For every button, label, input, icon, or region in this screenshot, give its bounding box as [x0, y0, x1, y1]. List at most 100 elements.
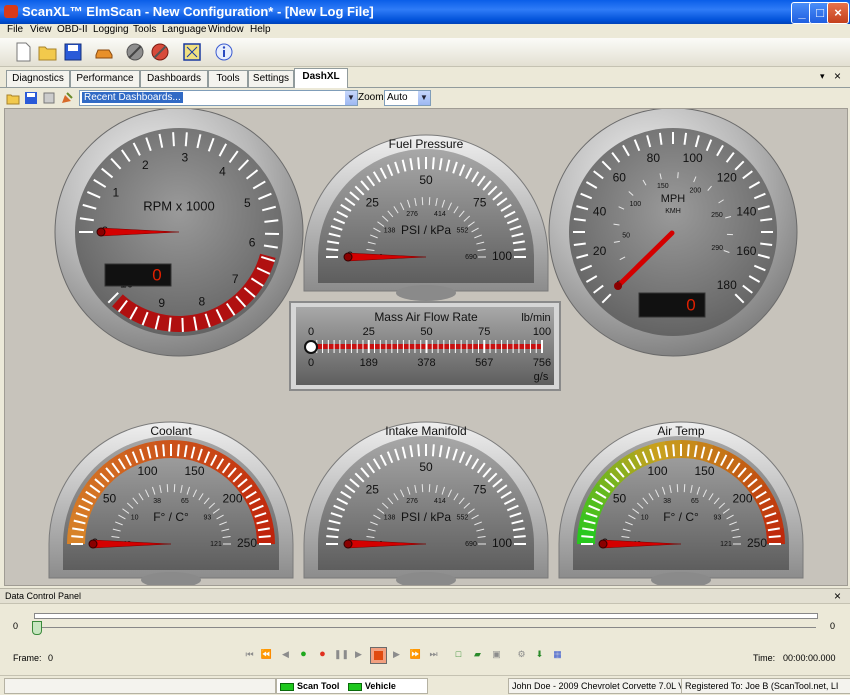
connect-icon[interactable] — [150, 42, 170, 62]
intake-inner-label: 414 — [434, 498, 446, 505]
filter-icon[interactable]: ⚙ — [515, 648, 528, 661]
save-log-icon[interactable]: ▣ — [490, 648, 503, 661]
record-icon[interactable]: ● — [316, 648, 329, 661]
maf-top-label: 25 — [363, 326, 375, 338]
menu-window[interactable]: Window — [208, 24, 244, 35]
intake-title: Intake Manifold — [385, 424, 466, 438]
tab-performance[interactable]: Performance — [70, 70, 140, 87]
menu-logging[interactable]: Logging — [93, 24, 129, 35]
maf-unit-top: lb/min — [521, 312, 550, 324]
panel-title: Data Control Panel — [5, 591, 81, 601]
new-log-icon[interactable]: □ — [452, 648, 465, 661]
tab-dashboards[interactable]: Dashboards — [140, 70, 208, 87]
maf-title: Mass Air Flow Rate — [374, 310, 478, 324]
fuel-inner-label: 414 — [434, 211, 446, 218]
airtemp-tick-label: 250 — [747, 536, 767, 550]
maf-top-label: 0 — [308, 326, 314, 338]
vehicle-led — [348, 683, 362, 691]
tab-tools[interactable]: Tools — [208, 70, 248, 87]
coolant-tick-label: 100 — [137, 464, 157, 478]
menu-obd[interactable]: OBD-II — [57, 24, 88, 35]
intake-inner-label: 276 — [406, 498, 418, 505]
pause-icon[interactable]: ❚❚ — [334, 648, 347, 661]
airtemp-inner-label: 65 — [691, 498, 699, 505]
skip-start-icon[interactable]: ⏮ — [243, 648, 256, 661]
chevron-down-icon[interactable]: ▼ — [418, 91, 430, 105]
kmh-tick — [678, 172, 679, 178]
open-folder-icon[interactable] — [38, 42, 58, 62]
save-icon[interactable] — [63, 42, 83, 62]
vehicle-icon[interactable] — [94, 42, 114, 62]
tab-diagnostics[interactable]: Diagnostics — [6, 70, 70, 87]
tab-dashxl[interactable]: DashXL — [294, 68, 348, 88]
about-icon[interactable] — [214, 42, 234, 62]
open-dashboard-icon[interactable] — [6, 91, 20, 105]
play-icon[interactable]: ▶ — [352, 648, 365, 661]
chevron-down-icon[interactable]: ▼ — [345, 91, 357, 105]
intake-tick-label: 25 — [366, 482, 380, 496]
vehicle-label: Vehicle — [365, 681, 396, 691]
airtemp-tick — [688, 444, 689, 456]
rpm-readout: 0 — [152, 265, 161, 284]
mph-tick-label: 60 — [613, 170, 627, 184]
menu-tools[interactable]: Tools — [133, 24, 156, 35]
rpm-tick-label: 7 — [232, 272, 239, 286]
step-back-icon[interactable]: ◀ — [279, 648, 292, 661]
coolant-tick-label: 150 — [184, 464, 204, 478]
rpm-tick — [173, 132, 174, 146]
skip-end-icon[interactable]: ⏭ — [427, 648, 440, 661]
dashboard-properties-icon[interactable] — [42, 91, 56, 105]
maf-top-label: 100 — [533, 326, 551, 338]
open-log-icon[interactable]: ▰ — [471, 648, 484, 661]
save-dashboard-icon[interactable] — [24, 91, 38, 105]
tab-close-icon[interactable]: × — [834, 69, 841, 83]
title-bar: ScanXL™ ElmScan - New Configuration* - [… — [0, 0, 850, 24]
menu-file[interactable]: File — [7, 24, 23, 35]
airtemp-inner-label: 38 — [663, 498, 671, 505]
timeline-slider[interactable] — [34, 627, 816, 628]
play-green-icon[interactable]: ● — [297, 648, 310, 661]
tab-settings[interactable]: Settings — [248, 70, 294, 87]
panel-close-icon[interactable]: × — [834, 589, 841, 603]
step-forward-icon[interactable]: ▶ — [390, 648, 403, 661]
intake-tick — [514, 536, 526, 537]
coolant-tick — [163, 444, 164, 456]
close-button[interactable]: × — [827, 2, 849, 24]
new-file-icon[interactable] — [13, 42, 33, 62]
zoom-label: Zoom: — [358, 92, 386, 103]
zoom-combo[interactable]: Auto ▼ — [384, 90, 431, 106]
intake-inner-label: 690 — [465, 541, 477, 548]
fullscreen-icon[interactable] — [182, 42, 202, 62]
mph-tick-label: 140 — [736, 205, 756, 219]
intake-unit: PSI / kPa — [401, 510, 451, 524]
status-bar: Scan Tool Vehicle John Doe - 2009 Chevro… — [0, 675, 850, 695]
tab-menu-icon[interactable]: ▾ — [820, 71, 825, 82]
coolant-inner-label: 121 — [210, 541, 222, 548]
grid-icon[interactable]: ▦ — [551, 648, 564, 661]
main-toolbar — [0, 38, 850, 67]
app-icon — [4, 5, 18, 18]
mph-tick-label: 160 — [736, 244, 756, 258]
disconnect-icon[interactable] — [125, 42, 145, 62]
dashboard-canvas: 012345678910RPM x 1000002040608010012014… — [4, 108, 848, 586]
stop-button[interactable] — [370, 647, 387, 664]
menu-bar: File View OBD-II Logging Tools Language … — [0, 24, 850, 38]
mph-needle-hub — [614, 282, 622, 290]
scan-tool-led — [280, 683, 294, 691]
menu-view[interactable]: View — [30, 24, 52, 35]
menu-help[interactable]: Help — [250, 24, 271, 35]
zoom-value: Auto — [387, 92, 408, 103]
airtemp-inner-label: 93 — [714, 514, 722, 521]
window-title: ScanXL™ ElmScan - New Configuration* - [… — [22, 4, 374, 19]
coolant-needle-hub — [89, 540, 97, 548]
fast-forward-icon[interactable]: ⏩ — [409, 648, 422, 661]
dashboard-edit-icon[interactable] — [60, 91, 74, 105]
slider-max: 0 — [830, 621, 835, 631]
fuel-gauge-foot — [396, 285, 456, 301]
fuel-inner-label: 552 — [457, 227, 469, 234]
rewind-fast-icon[interactable]: ⏪ — [260, 648, 273, 661]
recent-dashboards-combo[interactable]: Recent Dashboards... ▼ — [79, 90, 358, 106]
menu-language[interactable]: Language — [162, 24, 207, 35]
export-icon[interactable]: ⬇ — [533, 648, 546, 661]
slider-thumb[interactable] — [32, 621, 42, 635]
